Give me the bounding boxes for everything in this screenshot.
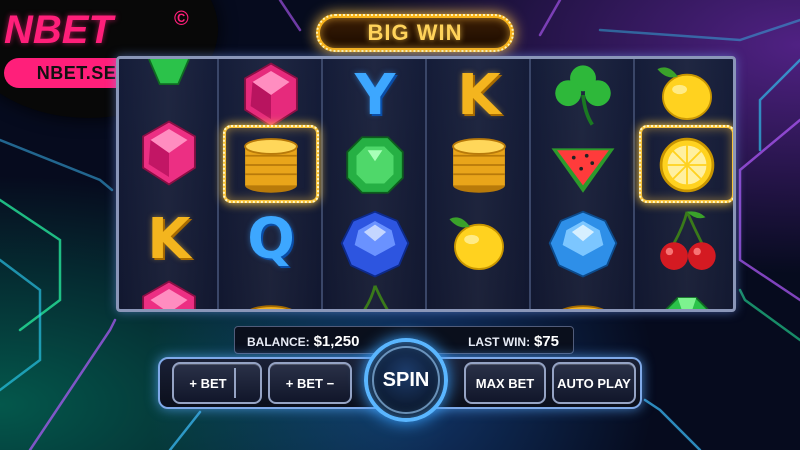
blue-gem-symbol bbox=[537, 205, 629, 285]
max-bet-label: MAX BET bbox=[475, 375, 535, 391]
bet-adjust-button[interactable]: + BET − bbox=[268, 362, 352, 404]
blue-gem-symbol bbox=[329, 205, 421, 285]
green-gem-symbol bbox=[123, 59, 215, 101]
spin-label: SPIN bbox=[382, 368, 430, 391]
lemon-symbol bbox=[641, 59, 733, 135]
green-gem-symbol bbox=[329, 125, 421, 205]
banner-lights bbox=[316, 14, 514, 52]
pink-gem-symbol bbox=[225, 59, 317, 135]
gold-coin-symbol bbox=[225, 281, 317, 309]
slot-reels: K Q Y K bbox=[116, 56, 736, 312]
letter-k-symbol: K bbox=[457, 62, 501, 128]
lemon-symbol bbox=[433, 205, 525, 285]
last-win-label: LAST WIN: bbox=[468, 335, 531, 349]
brand-name: NBET bbox=[4, 8, 113, 52]
letter-k-symbol: K bbox=[147, 206, 191, 272]
bet-plus-button[interactable]: + BET bbox=[172, 362, 262, 404]
last-win-display: LAST WIN: $75 bbox=[468, 333, 559, 350]
reel-6 bbox=[635, 59, 733, 309]
letter-y-symbol: Y bbox=[354, 62, 396, 128]
button-divider bbox=[234, 368, 236, 398]
clover-symbol bbox=[537, 59, 629, 135]
letter-q-symbol: Q bbox=[247, 206, 295, 272]
bet-adjust-label: + BET − bbox=[285, 375, 335, 391]
pink-gem-symbol bbox=[123, 273, 215, 309]
reel-1: K bbox=[119, 59, 219, 309]
reel-5 bbox=[531, 59, 635, 309]
balance-value: $1,250 bbox=[313, 333, 360, 350]
auto-play-button[interactable]: AUTO PLAY bbox=[552, 362, 636, 404]
watermelon-symbol bbox=[537, 125, 629, 205]
cherry-symbol bbox=[329, 279, 421, 309]
max-bet-button[interactable]: MAX BET bbox=[464, 362, 546, 404]
gold-coins-symbol bbox=[433, 125, 525, 205]
gold-coin-symbol bbox=[537, 281, 629, 309]
lemon-half-symbol bbox=[641, 125, 733, 205]
bet-plus-label: + BET bbox=[189, 375, 227, 391]
spin-button[interactable]: SPIN bbox=[364, 338, 448, 422]
auto-play-label: AUTO PLAY bbox=[557, 375, 631, 391]
copyright-mark: © bbox=[174, 8, 189, 30]
pink-gem-symbol bbox=[123, 113, 215, 193]
reel-2: Q bbox=[219, 59, 323, 309]
reel-3: Y bbox=[323, 59, 427, 309]
balance-display: BALANCE: $1,250 bbox=[247, 333, 359, 350]
last-win-value: $75 bbox=[533, 333, 559, 350]
gold-coins-symbol bbox=[225, 125, 317, 205]
big-win-banner: BIG WIN bbox=[316, 14, 514, 52]
watermelon-symbol bbox=[433, 281, 525, 309]
balance-label: BALANCE: bbox=[247, 335, 310, 349]
green-gem-symbol bbox=[641, 281, 733, 309]
reel-4: K bbox=[427, 59, 531, 309]
cherry-symbol bbox=[641, 205, 733, 285]
